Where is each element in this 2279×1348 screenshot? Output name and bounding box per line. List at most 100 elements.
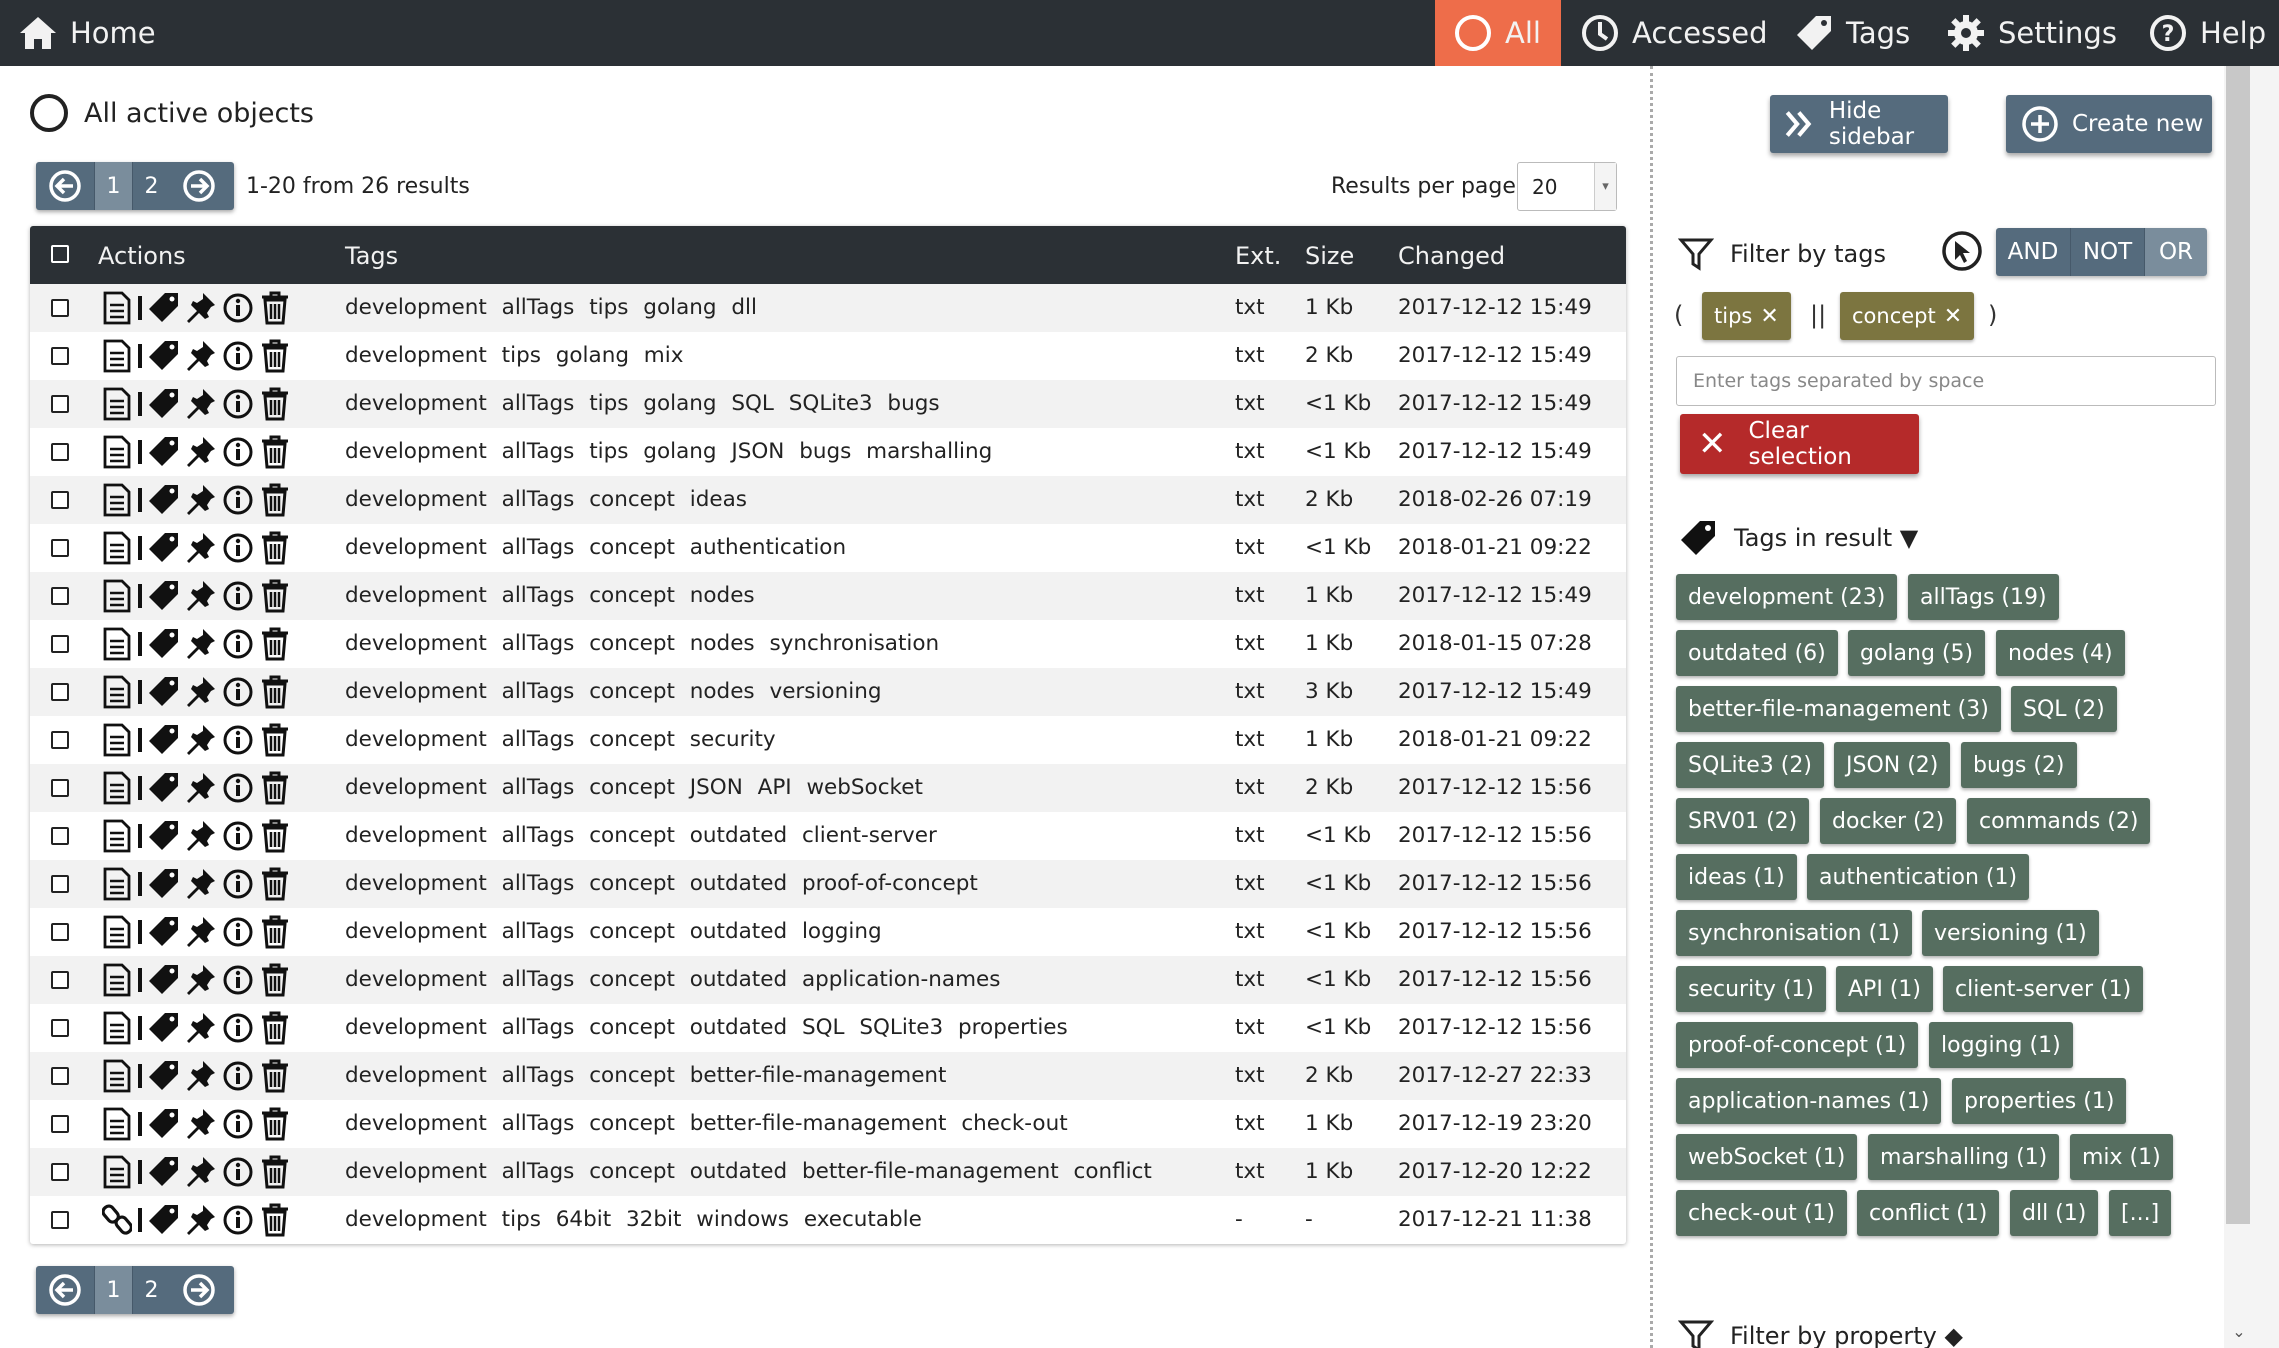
table-row[interactable]: development allTags concept nodes synchr… (30, 620, 1626, 668)
tag-cloud-item[interactable]: outdated (6) (1676, 630, 1838, 676)
info-icon[interactable] (222, 1059, 254, 1093)
table-row[interactable]: development allTags concept outdated SQL… (30, 1004, 1626, 1052)
table-row[interactable]: development tips 64bit 32bit windows exe… (30, 1196, 1626, 1244)
info-icon[interactable] (222, 819, 254, 853)
link-icon[interactable] (102, 1203, 132, 1237)
trash-icon[interactable] (259, 291, 291, 325)
tag-icon[interactable] (148, 867, 180, 901)
tag-cloud-item[interactable]: dll (1) (2010, 1190, 2099, 1236)
document-icon[interactable] (102, 1155, 132, 1189)
row-checkbox[interactable] (51, 1019, 69, 1037)
row-checkbox[interactable] (51, 971, 69, 989)
table-row[interactable]: development allTags concept better-file-… (30, 1100, 1626, 1148)
trash-icon[interactable] (259, 435, 291, 469)
table-row[interactable]: development allTags concept JSON API web… (30, 764, 1626, 812)
document-icon[interactable] (102, 1107, 132, 1141)
tag-icon[interactable] (148, 915, 180, 949)
pin-icon[interactable] (185, 867, 217, 901)
nav-home[interactable]: Home (18, 0, 156, 66)
info-icon[interactable] (222, 1155, 254, 1189)
tag-cloud-item[interactable]: application-names (1) (1676, 1078, 1942, 1124)
info-icon[interactable] (222, 771, 254, 805)
info-icon[interactable] (222, 387, 254, 421)
tag-cloud-item[interactable]: conflict (1) (1857, 1190, 2000, 1236)
tag-cloud-item[interactable]: proof-of-concept (1) (1676, 1022, 1919, 1068)
tag-icon[interactable] (148, 1155, 180, 1189)
trash-icon[interactable] (259, 819, 291, 853)
tag-cloud-item[interactable]: versioning (1) (1922, 910, 2099, 956)
table-row[interactable]: development allTags tips golang SQL SQLi… (30, 380, 1626, 428)
row-checkbox[interactable] (51, 1163, 69, 1181)
row-checkbox[interactable] (51, 779, 69, 797)
trash-icon[interactable] (259, 1059, 291, 1093)
pin-icon[interactable] (185, 1011, 217, 1045)
trash-icon[interactable] (259, 867, 291, 901)
page-button-1[interactable]: 1 (94, 1266, 132, 1314)
trash-icon[interactable] (259, 1203, 291, 1237)
scrollbar-thumb[interactable] (2226, 66, 2250, 1224)
row-checkbox[interactable] (51, 635, 69, 653)
tag-icon[interactable] (148, 387, 180, 421)
tag-icon[interactable] (148, 291, 180, 325)
trash-icon[interactable] (259, 339, 291, 373)
tag-cloud-item[interactable]: logging (1) (1929, 1022, 2073, 1068)
tag-cloud-item[interactable]: commands (2) (1967, 798, 2151, 844)
trash-icon[interactable] (259, 723, 291, 757)
trash-icon[interactable] (259, 675, 291, 709)
table-row[interactable]: development allTags concept outdated app… (30, 956, 1626, 1004)
hide-sidebar-button[interactable]: Hide sidebar (1770, 95, 1948, 153)
table-row[interactable]: development allTags concept outdated log… (30, 908, 1626, 956)
info-icon[interactable] (222, 723, 254, 757)
tag-icon[interactable] (148, 771, 180, 805)
document-icon[interactable] (102, 579, 132, 613)
tag-icon[interactable] (148, 1203, 180, 1237)
table-row[interactable]: development allTags concept outdated pro… (30, 860, 1626, 908)
table-row[interactable]: development allTags concept better-file-… (30, 1052, 1626, 1100)
table-row[interactable]: development tips golang mix txt 2 Kb 2017-1… (30, 332, 1626, 380)
tag-cloud-item[interactable]: golang (5) (1848, 630, 1986, 676)
tag-cloud-item[interactable]: mix (1) (2070, 1134, 2173, 1180)
tag-cloud-item[interactable]: ideas (1) (1676, 854, 1797, 900)
trash-icon[interactable] (259, 915, 291, 949)
document-icon[interactable] (102, 675, 132, 709)
trash-icon[interactable] (259, 1011, 291, 1045)
nav-all[interactable]: All (1435, 0, 1561, 66)
table-row[interactable]: development allTags tips golang JSON bug… (30, 428, 1626, 476)
document-icon[interactable] (102, 1059, 132, 1093)
clear-selection-button[interactable]: ✕ Clear selection (1680, 414, 1919, 474)
table-row[interactable]: development allTags concept ideas txt 2 Kb… (30, 476, 1626, 524)
document-icon[interactable] (102, 291, 132, 325)
tag-cloud-item[interactable]: SRV01 (2) (1676, 798, 1810, 844)
table-row[interactable]: development allTags concept nodes txt 1 Kb… (30, 572, 1626, 620)
tag-cloud-item[interactable]: JSON (2) (1834, 742, 1951, 788)
info-icon[interactable] (222, 1203, 254, 1237)
tag-input[interactable] (1676, 356, 2216, 406)
row-checkbox[interactable] (51, 731, 69, 749)
row-checkbox[interactable] (51, 539, 69, 557)
info-icon[interactable] (222, 1011, 254, 1045)
pin-icon[interactable] (185, 291, 217, 325)
pin-icon[interactable] (185, 963, 217, 997)
document-icon[interactable] (102, 819, 132, 853)
tag-cloud-item[interactable]: webSocket (1) (1676, 1134, 1858, 1180)
pin-icon[interactable] (185, 675, 217, 709)
row-checkbox[interactable] (51, 395, 69, 413)
tag-cloud-item[interactable]: allTags (19) (1908, 574, 2059, 620)
info-icon[interactable] (222, 675, 254, 709)
row-checkbox[interactable] (51, 1211, 69, 1229)
tag-icon[interactable] (148, 531, 180, 565)
tag-icon[interactable] (148, 1011, 180, 1045)
document-icon[interactable] (102, 867, 132, 901)
nav-settings[interactable]: Settings (1946, 0, 2117, 66)
trash-icon[interactable] (259, 579, 291, 613)
table-row[interactable]: development allTags concept nodes versio… (30, 668, 1626, 716)
next-page-button[interactable] (170, 1266, 228, 1314)
results-per-page-select[interactable]: 20 ▾ (1517, 162, 1617, 211)
next-page-button[interactable] (170, 162, 228, 210)
filter-by-property-heading[interactable]: Filter by property ◆ (1678, 1318, 1963, 1348)
info-icon[interactable] (222, 579, 254, 613)
nav-tags[interactable]: Tags (1794, 0, 1910, 66)
pin-icon[interactable] (185, 435, 217, 469)
document-icon[interactable] (102, 435, 132, 469)
document-icon[interactable] (102, 1011, 132, 1045)
